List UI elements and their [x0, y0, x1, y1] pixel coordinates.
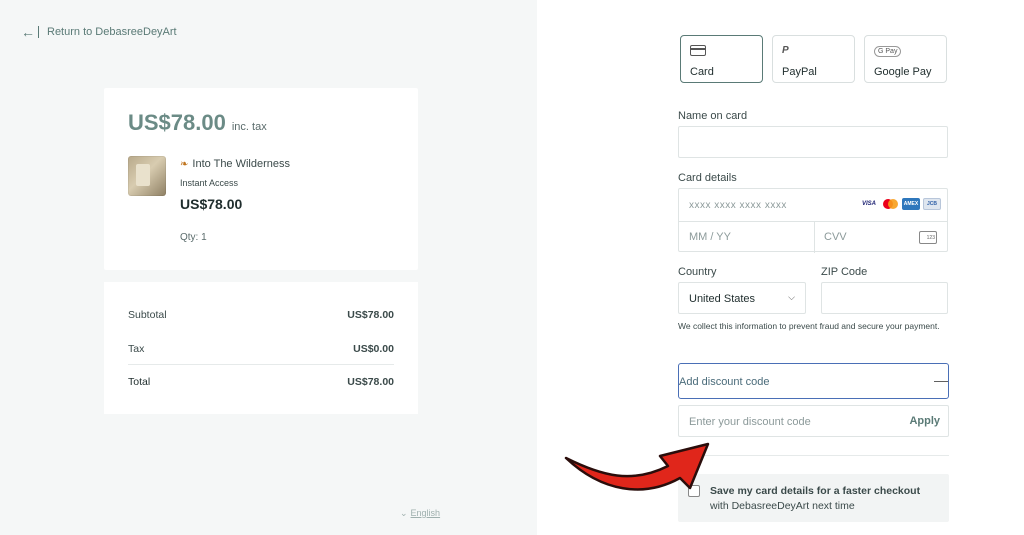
subtotal-value: US$78.00 — [347, 309, 394, 321]
jcb-icon: JCB — [923, 198, 941, 210]
zip-input[interactable] — [821, 282, 948, 314]
tax-row: Tax US$0.00 — [128, 343, 394, 355]
subtotal-label: Subtotal — [128, 309, 167, 321]
return-bar-icon — [38, 26, 39, 38]
method-card[interactable]: Card — [680, 35, 763, 83]
chevron-down-icon: ⌄ — [400, 508, 408, 518]
method-paypal-label: PayPal — [782, 66, 817, 78]
subtotal-row: Subtotal US$78.00 — [128, 309, 394, 321]
visa-icon: VISA — [861, 201, 876, 207]
leaf-icon: ❧ — [180, 158, 189, 170]
total-header: US$78.00 inc. tax — [128, 110, 267, 136]
return-link-label: Return to DebasreeDeyArt — [47, 26, 177, 38]
zip-label: ZIP Code — [821, 266, 868, 278]
save-card-rest: with DebasreeDeyArt next time — [710, 500, 855, 512]
apply-button[interactable]: Apply — [909, 415, 940, 427]
method-card-label: Card — [690, 66, 714, 78]
google-pay-icon: G Pay — [874, 45, 902, 57]
paypal-icon: P — [782, 45, 789, 56]
product-qty: Qty: 1 — [180, 232, 207, 243]
save-card-text: Save my card details for a faster checko… — [710, 484, 940, 514]
credit-card-icon — [690, 45, 706, 59]
total-label: Total — [128, 376, 151, 388]
name-on-card-label: Name on card — [678, 110, 748, 122]
annotation-arrow-icon — [564, 442, 710, 491]
total-row: Total US$78.00 — [128, 376, 394, 388]
payment-methods: Card P PayPal G Pay Google Pay — [680, 35, 947, 83]
expiry-input[interactable]: MM / YY — [689, 231, 731, 243]
mastercard-icon — [881, 198, 899, 210]
product-name: ❧ Into The Wilderness — [180, 158, 290, 170]
tax-note: inc. tax — [231, 121, 267, 133]
method-google-pay-label: Google Pay — [874, 66, 932, 78]
chevron-down-icon: ⌵ — [788, 292, 795, 302]
discount-toggle[interactable]: Add discount code — — [678, 363, 949, 399]
product-price: US$78.00 — [180, 196, 243, 212]
price-breakdown: Subtotal US$78.00 Tax US$0.00 Total US$7… — [104, 282, 418, 414]
tax-label: Tax — [128, 343, 145, 355]
language-label: English — [410, 508, 441, 518]
product-thumbnail — [128, 156, 166, 196]
product-access: Instant Access — [180, 178, 239, 188]
country-value: United States — [689, 293, 756, 305]
arrow-left-icon: ← — [21, 24, 35, 40]
tax-value: US$0.00 — [353, 343, 394, 355]
card-number-input[interactable]: xxxx xxxx xxxx xxxx — [689, 200, 787, 211]
cvv-card-icon: 123 — [919, 231, 937, 244]
method-paypal[interactable]: P PayPal — [772, 35, 855, 83]
minus-icon: — — [934, 372, 948, 388]
method-google-pay[interactable]: G Pay Google Pay — [864, 35, 947, 83]
save-card-bold: Save my card details for a faster checko… — [710, 485, 921, 497]
section-divider — [678, 455, 949, 456]
discount-code-field: Enter your discount code Apply — [678, 405, 949, 437]
discount-label: Add discount code — [679, 376, 770, 388]
card-brands: VISA AMEX JCB — [860, 198, 941, 210]
product-summary-card: US$78.00 inc. tax ❧ Into The Wilderness … — [104, 88, 418, 270]
language-selector[interactable]: ⌄ English — [400, 508, 440, 519]
card-details-label: Card details — [678, 172, 737, 184]
name-on-card-input[interactable] — [678, 126, 948, 158]
save-card-option: Save my card details for a faster checko… — [678, 474, 949, 522]
fraud-note: We collect this information to prevent f… — [678, 321, 940, 331]
product-name-text: Into The Wilderness — [192, 158, 291, 170]
country-select[interactable]: United States ⌵ — [678, 282, 806, 314]
order-summary-panel: ← Return to DebasreeDeyArt US$78.00 inc.… — [0, 0, 537, 535]
country-label: Country — [678, 266, 717, 278]
total-value: US$78.00 — [347, 376, 394, 388]
total-amount: US$78.00 — [128, 110, 226, 135]
return-link[interactable]: ← Return to DebasreeDeyArt — [21, 25, 177, 39]
breakdown-divider — [128, 364, 394, 365]
discount-code-input[interactable]: Enter your discount code — [689, 416, 811, 428]
card-details-group: xxxx xxxx xxxx xxxx VISA AMEX JCB MM / Y… — [678, 188, 948, 253]
card-divider — [679, 221, 947, 222]
card-vertical-divider — [814, 221, 815, 253]
amex-icon: AMEX — [902, 198, 920, 210]
cvv-input[interactable]: CVV — [824, 231, 847, 243]
